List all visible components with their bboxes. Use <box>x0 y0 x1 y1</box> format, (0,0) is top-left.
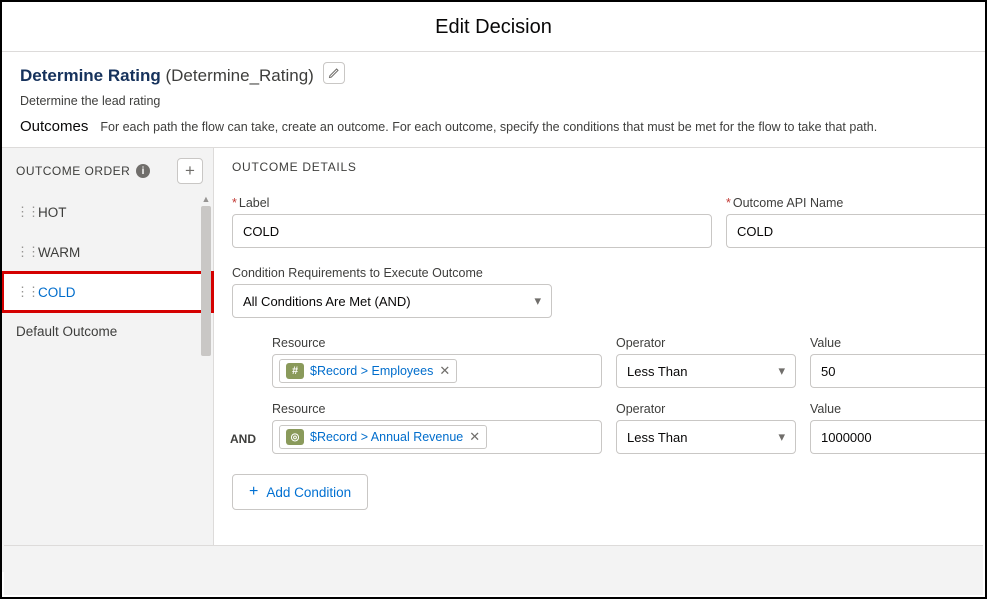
plus-icon: + <box>249 483 258 501</box>
resource-column-label: Resource <box>272 402 602 416</box>
remove-pill-icon[interactable]: ✕ <box>469 429 480 445</box>
operator-column-label: Operator <box>616 336 796 350</box>
outcome-item-hot[interactable]: ⋮⋮ HOT <box>2 192 213 232</box>
resource-input[interactable]: ◎ $Record > Annual Revenue ✕ <box>272 420 602 454</box>
resource-pill-text: $Record > Annual Revenue <box>310 430 463 444</box>
decision-description: Determine the lead rating <box>2 90 985 118</box>
sidebar-scrollbar[interactable]: ▲ <box>199 194 213 572</box>
and-label: AND <box>230 432 256 446</box>
outcome-item-label: COLD <box>38 285 76 300</box>
add-condition-label: Add Condition <box>266 485 351 500</box>
resource-pill: # $Record > Employees ✕ <box>279 359 457 383</box>
resource-pill-text: $Record > Employees <box>310 364 433 378</box>
operator-column-label: Operator <box>616 402 796 416</box>
outcome-item-warm[interactable]: ⋮⋮ WARM <box>2 232 213 272</box>
outcome-order-sidebar: OUTCOME ORDER i + ⋮⋮ HOT ⋮⋮ WARM ⋮⋮ COLD… <box>2 148 214 572</box>
remove-pill-icon[interactable]: ✕ <box>439 363 450 379</box>
condition-requirements-label: Condition Requirements to Execute Outcom… <box>232 266 985 280</box>
add-condition-button[interactable]: + Add Condition <box>232 474 368 510</box>
resource-input[interactable]: # $Record > Employees ✕ <box>272 354 602 388</box>
outcome-order-heading: OUTCOME ORDER <box>16 164 130 178</box>
decision-heading: Determine Rating (Determine_Rating) <box>20 66 319 85</box>
resource-pill: ◎ $Record > Annual Revenue ✕ <box>279 425 487 449</box>
outcome-details-panel: OUTCOME DETAILS *Label *Outcome API Name… <box>214 148 985 572</box>
add-outcome-button[interactable]: + <box>177 158 203 184</box>
currency-icon: ◎ <box>286 429 304 445</box>
outcome-item-label: HOT <box>38 205 67 220</box>
value-column-label: Value <box>810 402 985 416</box>
edit-label-button[interactable] <box>323 62 345 84</box>
condition-requirements-select[interactable]: All Conditions Are Met (AND) ▾ <box>232 284 552 318</box>
api-field-label: Outcome API Name <box>733 196 843 210</box>
outcome-item-default[interactable]: Default Outcome <box>2 312 213 351</box>
pencil-icon <box>328 67 340 79</box>
chevron-down-icon: ▾ <box>534 293 541 309</box>
outcome-details-heading: OUTCOME DETAILS <box>232 160 985 174</box>
operator-select[interactable]: Less Than ▾ <box>616 354 796 388</box>
condition-requirements-value: All Conditions Are Met (AND) <box>243 294 411 309</box>
decision-api-name: (Determine_Rating) <box>165 66 313 85</box>
modal-footer <box>4 545 983 595</box>
outcome-item-label: WARM <box>38 245 80 260</box>
outcomes-instruction: For each path the flow can take, create … <box>100 120 877 134</box>
outcome-item-cold[interactable]: ⋮⋮ COLD <box>2 272 213 312</box>
value-column-label: Value <box>810 336 985 350</box>
chevron-down-icon: ▾ <box>778 363 785 379</box>
condition-row: AND Resource ◎ $Record > Annual Revenue … <box>272 402 985 454</box>
drag-handle-icon[interactable]: ⋮⋮ <box>16 204 28 220</box>
modal-title: Edit Decision <box>2 2 985 51</box>
drag-handle-icon[interactable]: ⋮⋮ <box>16 244 28 260</box>
decision-label: Determine Rating <box>20 66 161 85</box>
drag-handle-icon[interactable]: ⋮⋮ <box>16 284 28 300</box>
scroll-thumb[interactable] <box>201 206 211 356</box>
operator-value: Less Than <box>627 364 687 379</box>
outcome-label-input[interactable] <box>232 214 712 248</box>
operator-value: Less Than <box>627 430 687 445</box>
value-input[interactable] <box>810 420 985 454</box>
outcomes-heading: Outcomes <box>20 118 88 135</box>
operator-select[interactable]: Less Than ▾ <box>616 420 796 454</box>
outcome-api-input[interactable] <box>726 214 985 248</box>
chevron-down-icon: ▾ <box>778 429 785 445</box>
number-icon: # <box>286 363 304 379</box>
info-icon[interactable]: i <box>136 164 150 178</box>
value-input[interactable] <box>810 354 985 388</box>
label-field-label: Label <box>239 196 270 210</box>
scroll-up-icon[interactable]: ▲ <box>201 194 211 204</box>
resource-column-label: Resource <box>272 336 602 350</box>
condition-row: Resource # $Record > Employees ✕ Operato… <box>272 336 985 388</box>
